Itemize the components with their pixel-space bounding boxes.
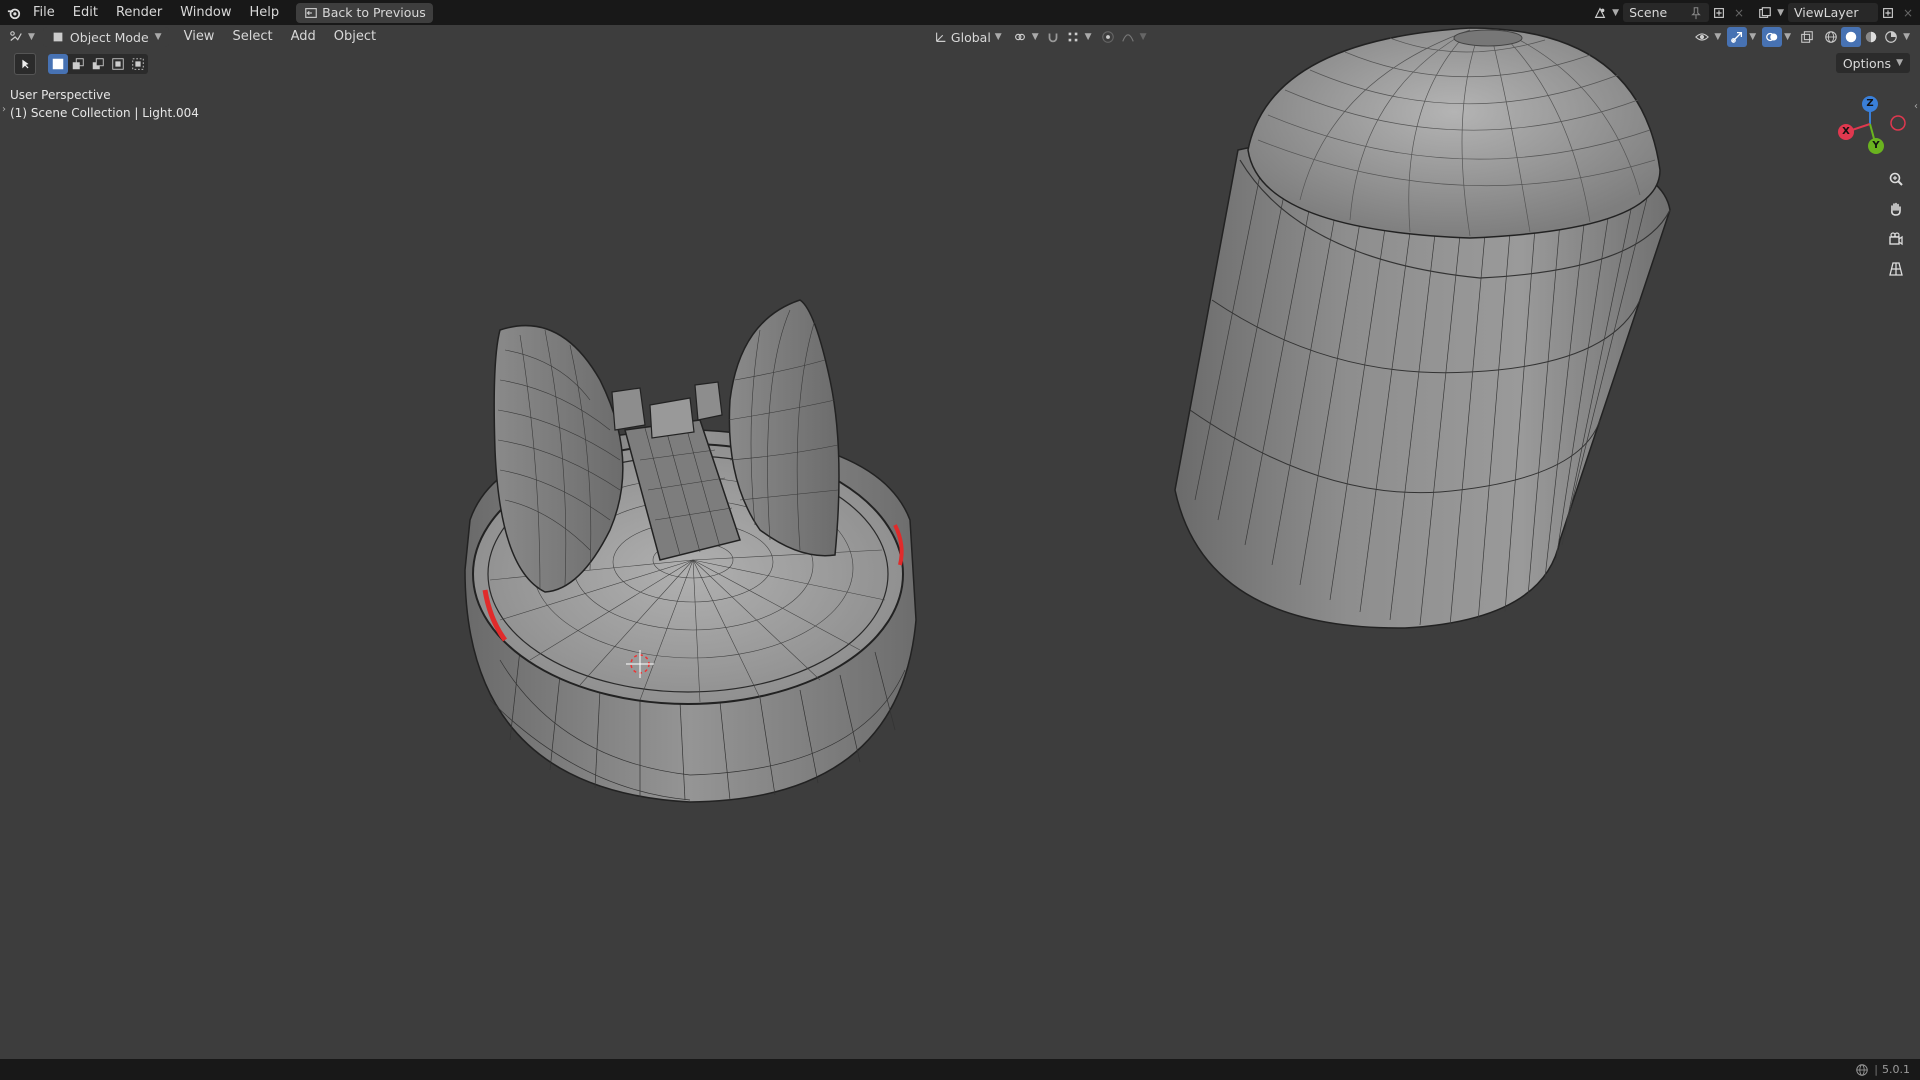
status-separator: |	[1874, 1063, 1878, 1076]
capsule-housing-mesh[interactable]	[1174, 27, 1671, 629]
grid-icon	[1888, 261, 1904, 281]
gizmo-x-axis[interactable]: X	[1838, 124, 1854, 140]
viewport-scene[interactable]	[0, 0, 1920, 1080]
lamp-base-mesh[interactable]	[464, 299, 917, 803]
ortho-toggle-button[interactable]	[1884, 259, 1908, 283]
camera-view-button[interactable]	[1884, 229, 1908, 253]
toolbar-toggle-icon[interactable]: ›	[2, 104, 6, 115]
status-bar: | 5.0.1	[0, 1059, 1920, 1080]
navigation-gizmo[interactable]: Z X Y	[1830, 92, 1910, 162]
hand-icon	[1888, 201, 1904, 221]
zoom-icon	[1888, 171, 1904, 191]
pan-view-button[interactable]	[1884, 199, 1908, 223]
gizmo-y-axis[interactable]: Y	[1868, 138, 1884, 154]
gizmo-z-axis[interactable]: Z	[1862, 96, 1878, 112]
network-globe-icon	[1854, 1060, 1870, 1080]
sidebar-toggle-icon[interactable]: ‹	[1914, 101, 1918, 112]
camera-icon	[1888, 231, 1904, 251]
version-label: 5.0.1	[1882, 1063, 1910, 1076]
zoom-view-button[interactable]	[1884, 169, 1908, 193]
